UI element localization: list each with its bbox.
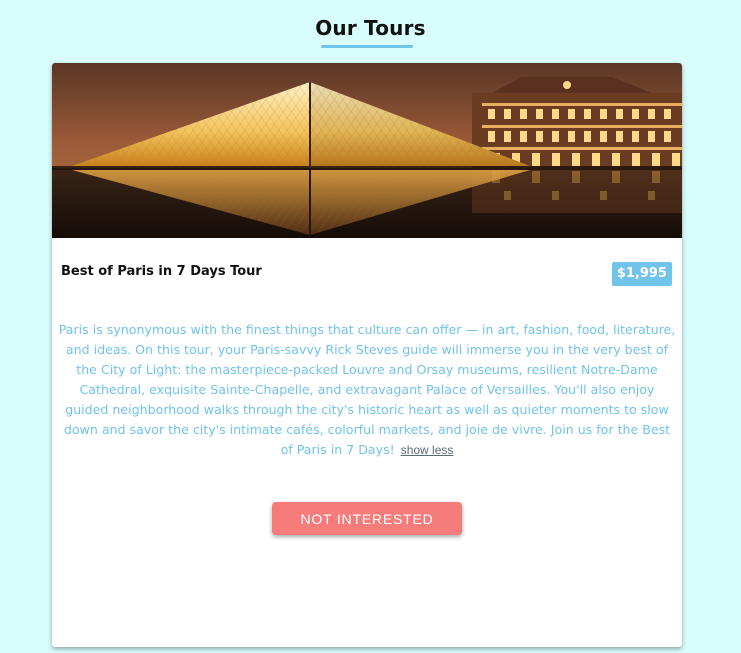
header: Our Tours [0, 0, 741, 40]
title-underline [321, 45, 413, 48]
tour-description-text: Paris is synonymous with the finest thin… [58, 322, 676, 457]
page-title: Our Tours [315, 16, 426, 40]
tour-image [52, 63, 682, 238]
tour-card: Best of Paris in 7 Days Tour $1,995 Pari… [52, 63, 682, 647]
show-less-link[interactable]: show less [401, 443, 454, 457]
tour-name: Best of Paris in 7 Days Tour [61, 264, 262, 279]
tour-description: Paris is synonymous with the finest thin… [56, 320, 678, 460]
price-badge: $1,995 [611, 262, 672, 286]
not-interested-button[interactable]: NOT INTERESTED [272, 502, 462, 535]
